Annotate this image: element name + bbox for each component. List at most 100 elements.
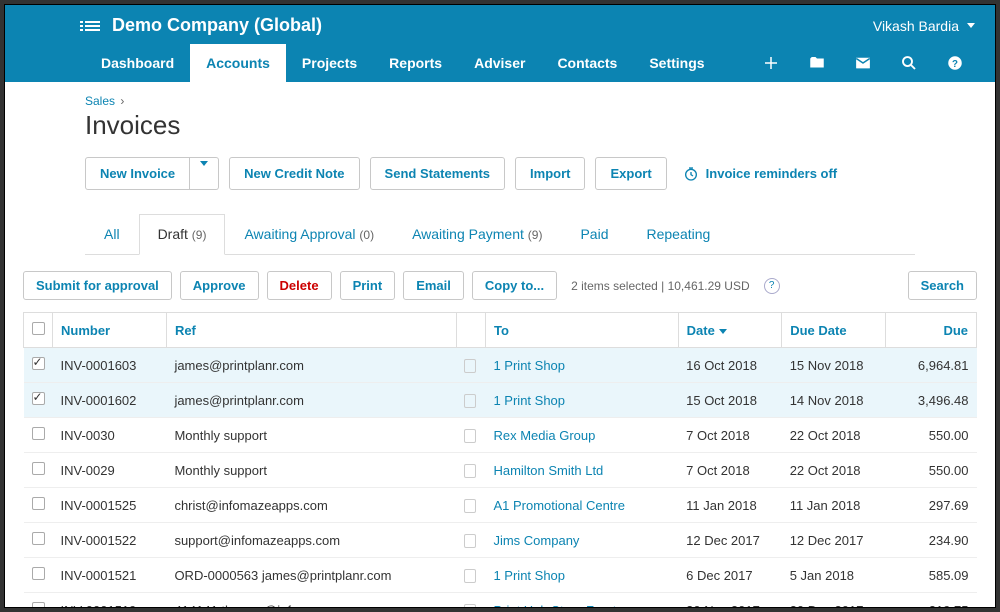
cell-date: 12 Dec 2017: [678, 523, 782, 558]
cell-attachment[interactable]: [456, 558, 485, 593]
nav-adviser[interactable]: Adviser: [458, 44, 541, 82]
plus-icon[interactable]: [761, 53, 781, 73]
breadcrumb-parent[interactable]: Sales: [85, 94, 115, 108]
cell-date: 30 Nov 2017: [678, 593, 782, 609]
new-invoice-dropdown[interactable]: [190, 157, 219, 190]
cell-attachment[interactable]: [456, 488, 485, 523]
send-statements-button[interactable]: Send Statements: [370, 157, 505, 190]
cell-due: 585.09: [885, 558, 976, 593]
cell-due-date: 14 Nov 2018: [782, 383, 886, 418]
search-button[interactable]: Search: [908, 271, 977, 300]
row-checkbox[interactable]: [32, 392, 45, 405]
contact-link[interactable]: Print Hub Store Front: [493, 603, 616, 609]
content-area: Sales › Invoices New Invoice New Credit …: [5, 82, 995, 255]
tab-paid[interactable]: Paid: [561, 214, 627, 254]
submit-approval-button[interactable]: Submit for approval: [23, 271, 172, 300]
cell-attachment[interactable]: [456, 453, 485, 488]
nav-projects[interactable]: Projects: [286, 44, 373, 82]
nav-reports[interactable]: Reports: [373, 44, 458, 82]
company-name[interactable]: Demo Company (Global): [112, 15, 322, 36]
cell-to: Jims Company: [485, 523, 678, 558]
nav-accounts[interactable]: Accounts: [190, 44, 286, 82]
contact-link[interactable]: Hamilton Smith Ltd: [493, 463, 603, 478]
table-row[interactable]: INV-0029Monthly supportHamilton Smith Lt…: [24, 453, 977, 488]
table-row[interactable]: INV-0001521ORD-0000563 james@printplanr.…: [24, 558, 977, 593]
col-number[interactable]: Number: [53, 313, 167, 348]
tab-repeating[interactable]: Repeating: [627, 214, 729, 254]
delete-button[interactable]: Delete: [267, 271, 332, 300]
cell-to: A1 Promotional Centre: [485, 488, 678, 523]
cell-ref: ORD-0000563 james@printplanr.com: [166, 558, 456, 593]
col-to[interactable]: To: [485, 313, 678, 348]
page-title: Invoices: [85, 110, 915, 141]
contact-link[interactable]: Rex Media Group: [493, 428, 595, 443]
row-checkbox[interactable]: [32, 567, 45, 580]
table-row[interactable]: INV-0001603james@printplanr.com1 Print S…: [24, 348, 977, 383]
cell-attachment[interactable]: [456, 348, 485, 383]
help-icon[interactable]: ?: [945, 53, 965, 73]
table-row[interactable]: INV-0030Monthly supportRex Media Group7 …: [24, 418, 977, 453]
row-checkbox[interactable]: [32, 427, 45, 440]
table-row[interactable]: INV-0001602james@printplanr.com1 Print S…: [24, 383, 977, 418]
invoice-reminders-toggle[interactable]: Invoice reminders off: [683, 166, 837, 182]
table-row[interactable]: INV-0001519414141 thomas@infomazeapps.co…: [24, 593, 977, 609]
help-tooltip-icon[interactable]: ?: [764, 278, 780, 294]
cell-due-date: 30 Dec 2017: [782, 593, 886, 609]
col-attachment[interactable]: [456, 313, 485, 348]
folder-icon[interactable]: [807, 53, 827, 73]
cell-attachment[interactable]: [456, 418, 485, 453]
tab-all[interactable]: All: [85, 214, 139, 254]
contact-link[interactable]: Jims Company: [493, 533, 579, 548]
cell-to: Rex Media Group: [485, 418, 678, 453]
tab-draft[interactable]: Draft (9): [139, 214, 226, 255]
org-list-icon[interactable]: [85, 19, 100, 33]
contact-link[interactable]: 1 Print Shop: [493, 358, 565, 373]
col-select-all[interactable]: [24, 313, 53, 348]
print-button[interactable]: Print: [340, 271, 396, 300]
new-credit-note-button[interactable]: New Credit Note: [229, 157, 359, 190]
table-row[interactable]: INV-0001522support@infomazeapps.comJims …: [24, 523, 977, 558]
import-button[interactable]: Import: [515, 157, 585, 190]
tab-awaiting-approval[interactable]: Awaiting Approval (0): [225, 214, 393, 254]
nav-dashboard[interactable]: Dashboard: [85, 44, 190, 82]
col-ref[interactable]: Ref: [166, 313, 456, 348]
table-actions: Submit for approval Approve Delete Print…: [23, 255, 977, 312]
approve-button[interactable]: Approve: [180, 271, 259, 300]
invoice-table: Number Ref To Date Due Date Due INV-0001…: [23, 312, 977, 608]
export-button[interactable]: Export: [595, 157, 666, 190]
table-row[interactable]: INV-0001525christ@infomazeapps.comA1 Pro…: [24, 488, 977, 523]
cell-ref: james@printplanr.com: [166, 383, 456, 418]
cell-attachment[interactable]: [456, 523, 485, 558]
nav-settings[interactable]: Settings: [633, 44, 720, 82]
cell-ref: support@infomazeapps.com: [166, 523, 456, 558]
col-due-date[interactable]: Due Date: [782, 313, 886, 348]
topbar: Demo Company (Global) Vikash Bardia: [5, 5, 995, 44]
new-invoice-button[interactable]: New Invoice: [85, 157, 190, 190]
nav-contacts[interactable]: Contacts: [541, 44, 633, 82]
cell-number: INV-0001525: [53, 488, 167, 523]
tab-awaiting-payment[interactable]: Awaiting Payment (9): [393, 214, 561, 254]
file-icon: [464, 394, 476, 408]
cell-date: 7 Oct 2018: [678, 453, 782, 488]
cell-attachment[interactable]: [456, 383, 485, 418]
search-icon[interactable]: [899, 53, 919, 73]
contact-link[interactable]: 1 Print Shop: [493, 568, 565, 583]
row-checkbox[interactable]: [32, 532, 45, 545]
email-button[interactable]: Email: [403, 271, 464, 300]
col-due[interactable]: Due: [885, 313, 976, 348]
cell-date: 11 Jan 2018: [678, 488, 782, 523]
cell-attachment[interactable]: [456, 593, 485, 609]
cell-due-date: 5 Jan 2018: [782, 558, 886, 593]
cell-ref: 414141 thomas@infomazeapps.com: [166, 593, 456, 609]
row-checkbox[interactable]: [32, 357, 45, 370]
row-checkbox[interactable]: [32, 462, 45, 475]
col-date[interactable]: Date: [678, 313, 782, 348]
contact-link[interactable]: 1 Print Shop: [493, 393, 565, 408]
copy-to-button[interactable]: Copy to...: [472, 271, 557, 300]
row-checkbox[interactable]: [32, 602, 45, 608]
contact-link[interactable]: A1 Promotional Centre: [493, 498, 625, 513]
mail-icon[interactable]: [853, 53, 873, 73]
user-menu[interactable]: Vikash Bardia: [873, 18, 975, 34]
breadcrumb: Sales ›: [85, 94, 915, 108]
row-checkbox[interactable]: [32, 497, 45, 510]
